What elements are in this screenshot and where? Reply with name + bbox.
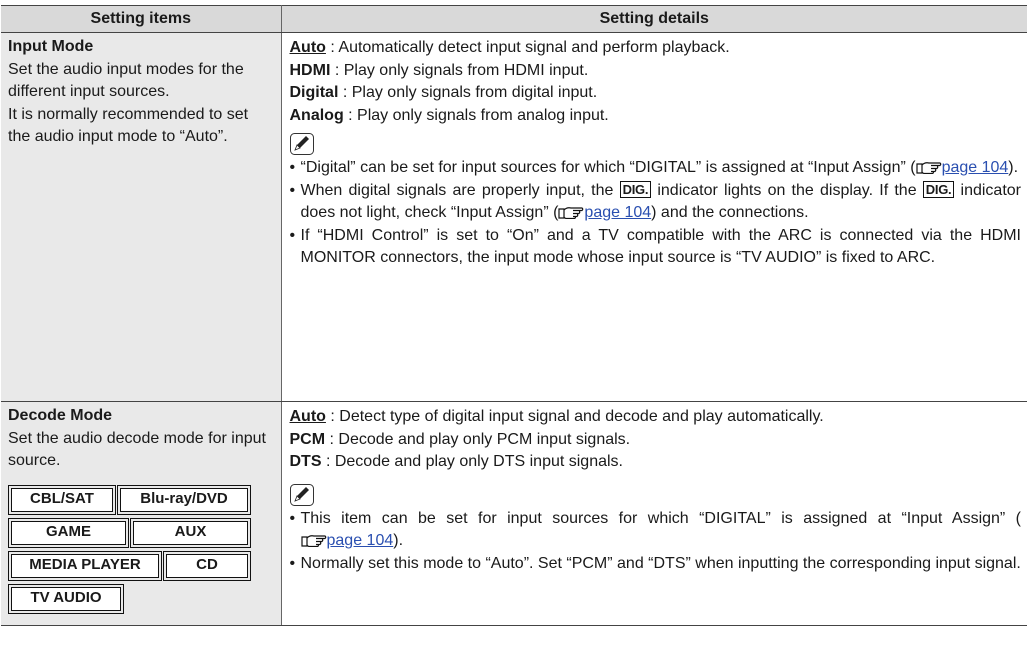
pointing-hand-icon [558, 207, 584, 219]
input-mode-details: Auto : Automatically detect input signal… [281, 32, 1027, 402]
input-mode-description: Set the audio input modes for the differ… [8, 60, 244, 101]
decode-mode-details: Auto : Detect type of digital input sign… [281, 401, 1027, 626]
source-badge-game: GAME [8, 517, 129, 548]
settings-table: Setting items Setting details Input Mode… [1, 5, 1027, 626]
option-pcm: PCM : Decode and play only PCM input sig… [289, 430, 631, 448]
source-badge-tv-audio: TV AUDIO [8, 583, 124, 614]
manual-page: Setting items Setting details Input Mode… [0, 0, 1029, 646]
dig-indicator-badge: DIG. [619, 180, 652, 198]
source-badge-media-player: MEDIA PLAYER [8, 550, 162, 581]
input-mode-recommendation: It is normally recommended to set the au… [8, 105, 249, 146]
pencil-note-icon [289, 133, 314, 155]
decode-mode-description: Set the audio decode mode for input sour… [8, 429, 266, 470]
note-normally-auto: Normally set this mode to “Auto”. Set “P… [290, 553, 1022, 576]
note-hdmi-control-arc: If “HDMI Control” is set to “On” and a T… [290, 225, 1022, 270]
option-hdmi: HDMI : Play only signals from HDMI input… [289, 61, 589, 79]
pointing-hand-icon [915, 162, 941, 174]
input-mode-title: Input Mode [8, 38, 94, 55]
source-badge-bluray-dvd: Blu-ray/DVD [117, 484, 251, 515]
header-setting-details: Setting details [281, 5, 1027, 33]
source-badge-cd: CD [163, 550, 251, 581]
page-104-link[interactable]: page 104 [584, 204, 651, 221]
table-row-decode-mode: Decode Mode Set the audio decode mode fo… [1, 401, 1027, 626]
input-mode-cell: Input Mode Set the audio input modes for… [1, 32, 282, 402]
pointing-hand-icon [300, 535, 326, 547]
dig-indicator-badge: DIG. [922, 180, 955, 198]
source-badge-cbl-sat: CBL/SAT [8, 484, 116, 515]
note-dig-indicator: When digital signals are properly input,… [290, 180, 1022, 225]
note-digital-assign: This item can be set for input sources f… [290, 508, 1022, 553]
decode-mode-cell: Decode Mode Set the audio decode mode fo… [1, 401, 282, 626]
header-setting-items: Setting items [1, 5, 282, 33]
option-auto: Auto : Automatically detect input signal… [289, 39, 730, 56]
input-source-badges: CBL/SAT Blu-ray/DVD GAME AUX MEDIA PLAYE… [8, 484, 265, 614]
note-digital-assign: “Digital” can be set for input sources f… [290, 157, 1022, 180]
option-auto: Auto : Detect type of digital input sign… [289, 408, 824, 425]
page-104-link[interactable]: page 104 [942, 159, 1009, 176]
header-row: Setting items Setting details [1, 5, 1027, 33]
input-mode-notes: “Digital” can be set for input sources f… [290, 157, 1022, 270]
option-dts: DTS : Decode and play only DTS input sig… [289, 453, 624, 470]
pencil-note-icon [289, 483, 314, 506]
page-104-link[interactable]: page 104 [327, 532, 394, 549]
decode-mode-notes: This item can be set for input sources f… [290, 508, 1022, 576]
table-row-input-mode: Input Mode Set the audio input modes for… [1, 32, 1027, 402]
source-badge-aux: AUX [130, 517, 251, 548]
option-analog: Analog : Play only signals from analog i… [289, 106, 609, 124]
option-digital: Digital : Play only signals from digital… [289, 84, 598, 101]
decode-mode-title: Decode Mode [8, 407, 113, 424]
